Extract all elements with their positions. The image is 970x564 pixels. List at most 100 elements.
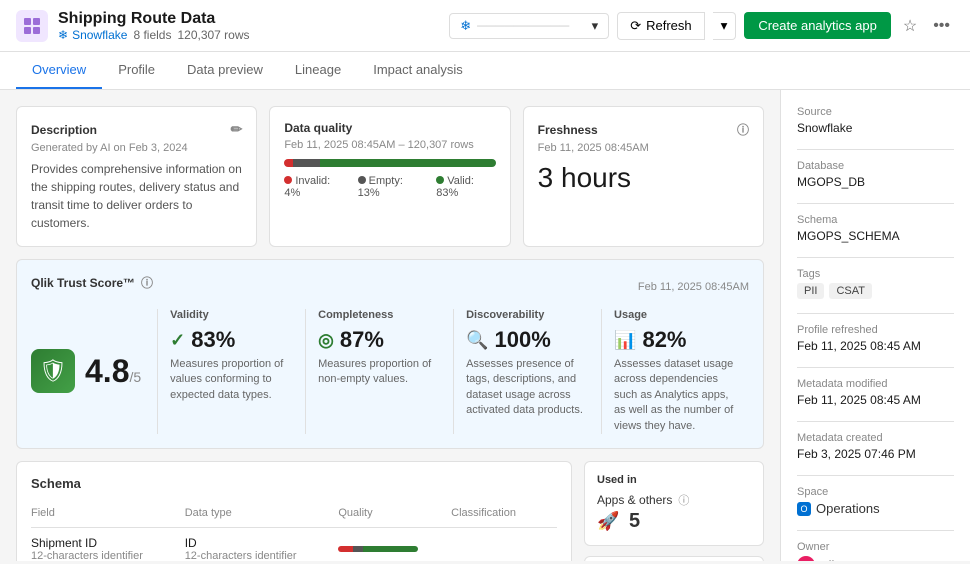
- trust-score-big: 🛡 4.8/5: [31, 309, 141, 434]
- sidebar-metadata-modified: Metadata modified Feb 11, 2025 08:45 AM: [797, 378, 954, 407]
- schema-title: Schema: [31, 476, 557, 491]
- refresh-icon: ⟳: [630, 18, 641, 34]
- field-classification-cell: [451, 527, 557, 561]
- shield-icon: 🛡: [31, 349, 75, 393]
- apps-others-row: Apps & others ⓘ: [597, 492, 751, 508]
- space-dot-icon: O: [797, 502, 811, 516]
- bar-valid: [320, 159, 495, 167]
- tab-profile[interactable]: Profile: [102, 52, 171, 89]
- tag-list: PII CSAT: [797, 283, 954, 299]
- tab-lineage[interactable]: Lineage: [279, 52, 357, 89]
- create-analytics-button[interactable]: Create analytics app: [744, 12, 891, 39]
- quality-card-title: Data quality: [284, 121, 495, 135]
- source-badge: ❄ Snowflake: [58, 28, 127, 42]
- bar-invalid: [284, 159, 292, 167]
- tab-overview[interactable]: Overview: [16, 52, 102, 89]
- field-name-cell: Shipment ID 12-characters identifier: [31, 527, 185, 561]
- col-classification: Classification: [451, 503, 557, 528]
- sidebar-tags: Tags PII CSAT: [797, 268, 954, 299]
- description-card-header: Description ✏: [31, 121, 242, 138]
- trust-score-date: Feb 11, 2025 08:45AM: [638, 281, 749, 293]
- col-datatype: Data type: [185, 503, 339, 528]
- tag-csat[interactable]: CSAT: [829, 283, 872, 299]
- description-text: Provides comprehensive information on th…: [31, 160, 242, 232]
- trust-score-value: 4.8/5: [85, 353, 141, 390]
- page-subtitle: ❄ Snowflake 8 fields 120,307 rows: [58, 28, 250, 42]
- data-quality-card: Data quality Feb 11, 2025 08:45AM – 120,…: [269, 106, 510, 247]
- page-title: Shipping Route Data: [58, 10, 250, 28]
- table-row: Shipment ID 12-characters identifier ID …: [31, 527, 557, 561]
- title-block: Shipping Route Data ❄ Snowflake 8 fields…: [58, 10, 250, 42]
- used-in-card: Used in Apps & others ⓘ 🚀 5: [584, 461, 764, 546]
- quality-legend: Invalid: 4% Empty: 13% Valid: 83%: [284, 175, 495, 199]
- sidebar-space: Space O Operations: [797, 486, 954, 516]
- star-button[interactable]: ☆: [899, 12, 921, 40]
- info-icon-apps: ⓘ: [678, 492, 689, 508]
- completeness-icon: ◎: [318, 330, 334, 351]
- description-card: Description ✏ Generated by AI on Feb 3, …: [16, 106, 257, 247]
- source-selector[interactable]: ❄ ────────── ▾: [449, 13, 609, 39]
- trust-score-header: Qlik Trust Score™ ⓘ: [31, 274, 153, 291]
- sidebar-owner: Owner AT Alice Tomas: [797, 541, 954, 561]
- metric-discoverability: Discoverability 🔍 100% Assesses presence…: [453, 309, 601, 434]
- legend-invalid: Invalid: 4%: [284, 175, 345, 199]
- right-cards: Used in Apps & others ⓘ 🚀 5 View activit…: [584, 461, 764, 561]
- more-menu-button[interactable]: •••: [929, 13, 954, 39]
- schema-card: Schema Field Data type Quality Classific…: [16, 461, 572, 561]
- legend-valid: Valid: 83%: [436, 175, 495, 199]
- header-right: ❄ ────────── ▾ ⟳ Refresh ▾ Create analyt…: [449, 12, 954, 40]
- col-quality: Quality: [338, 503, 451, 528]
- trust-score-body: 🛡 4.8/5 Validity ✓ 83% Measures proporti…: [31, 309, 749, 434]
- validity-icon: ✓: [170, 330, 185, 351]
- owner-avatar: AT: [797, 556, 815, 561]
- freshness-card: Freshness ⓘ Feb 11, 2025 08:45AM 3 hours: [523, 106, 764, 247]
- edit-icon[interactable]: ✏: [231, 121, 243, 138]
- refresh-button[interactable]: ⟳ Refresh: [617, 12, 704, 40]
- mini-quality-bar: [338, 546, 418, 552]
- owner-value: AT Alice Tomas: [797, 556, 954, 561]
- freshness-value: 3 hours: [538, 162, 749, 194]
- quality-bar: [284, 159, 495, 167]
- sidebar-metadata-created: Metadata created Feb 3, 2025 07:46 PM: [797, 432, 954, 461]
- sidebar-schema: Schema MGOPS_SCHEMA: [797, 214, 954, 243]
- main-content: Description ✏ Generated by AI on Feb 3, …: [0, 90, 970, 561]
- quality-date-range: Feb 11, 2025 08:45AM – 120,307 rows: [284, 139, 495, 151]
- apps-count: 🚀 5: [597, 510, 751, 533]
- trust-metrics: Validity ✓ 83% Measures proportion of va…: [157, 309, 749, 434]
- sidebar-source: Source Snowflake: [797, 106, 954, 135]
- description-generated-label: Generated by AI on Feb 3, 2024: [31, 142, 242, 154]
- chevron-down-icon: ▾: [592, 18, 599, 34]
- top-cards-row: Description ✏ Generated by AI on Feb 3, …: [16, 106, 764, 247]
- metric-completeness: Completeness ◎ 87% Measures proportion o…: [305, 309, 453, 434]
- metric-usage: Usage 📊 82% Assesses dataset usage acros…: [601, 309, 749, 434]
- usage-icon: 📊: [614, 330, 636, 351]
- field-quality-cell: [338, 527, 451, 561]
- info-icon: ⓘ: [737, 121, 749, 138]
- freshness-date: Feb 11, 2025 08:45AM: [538, 142, 749, 154]
- bottom-section: Schema Field Data type Quality Classific…: [16, 461, 764, 561]
- snowflake-small-icon: ❄: [460, 18, 471, 34]
- freshness-title: Freshness ⓘ: [538, 121, 749, 138]
- sidebar-profile-refreshed: Profile refreshed Feb 11, 2025 08:45 AM: [797, 324, 954, 353]
- field-type-cell: ID 12-characters identifier: [185, 527, 339, 561]
- source-selector-value: ──────────: [477, 18, 586, 33]
- tab-impact-analysis[interactable]: Impact analysis: [357, 52, 479, 89]
- space-value: O Operations: [797, 501, 954, 516]
- app-header: Shipping Route Data ❄ Snowflake 8 fields…: [0, 0, 970, 52]
- legend-empty: Empty: 13%: [358, 175, 425, 199]
- discoverability-icon: 🔍: [466, 330, 488, 351]
- metric-validity: Validity ✓ 83% Measures proportion of va…: [157, 309, 305, 434]
- refresh-split-button[interactable]: ▾: [713, 12, 737, 40]
- col-field: Field: [31, 503, 185, 528]
- tag-pii[interactable]: PII: [797, 283, 824, 299]
- trust-info-icon: ⓘ: [141, 274, 153, 291]
- quality-bar-container: [284, 159, 495, 167]
- bar-empty: [293, 159, 320, 167]
- content-area: Description ✏ Generated by AI on Feb 3, …: [0, 90, 780, 561]
- sidebar-database: Database MGOPS_DB: [797, 160, 954, 189]
- nav-tabs: Overview Profile Data preview Lineage Im…: [0, 52, 970, 90]
- schema-table: Field Data type Quality Classification S…: [31, 503, 557, 561]
- tab-data-preview[interactable]: Data preview: [171, 52, 279, 89]
- sidebar: Source Snowflake Database MGOPS_DB Schem…: [780, 90, 970, 561]
- app-icon: [16, 10, 48, 42]
